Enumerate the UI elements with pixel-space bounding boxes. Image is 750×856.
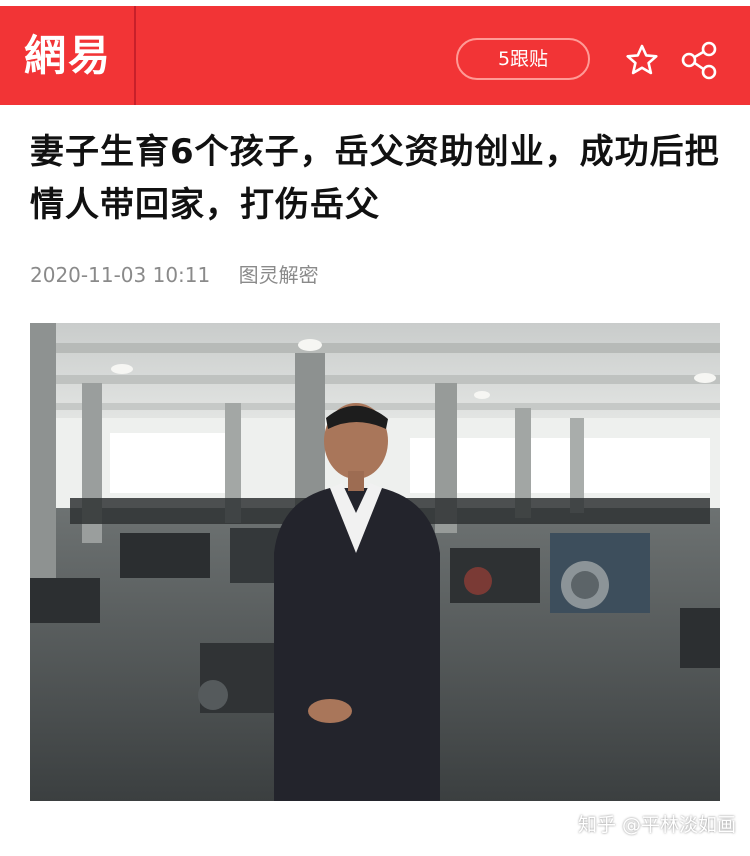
header-divider bbox=[134, 6, 136, 105]
article-title: 妻子生育6个孩子，岳父资助创业，成功后把情人带回家，打伤岳父 bbox=[30, 132, 720, 225]
app-header: 網易 5跟贴 bbox=[0, 6, 750, 105]
article-photo[interactable] bbox=[30, 323, 720, 801]
netease-logo[interactable]: 網易 bbox=[24, 28, 112, 84]
star-icon bbox=[626, 44, 658, 75]
article-meta: 2020-11-03 10:11 图灵解密 bbox=[30, 260, 319, 290]
share-icon bbox=[681, 41, 717, 80]
share-button[interactable] bbox=[678, 38, 722, 82]
photo-illustration bbox=[30, 323, 720, 801]
favorite-button[interactable] bbox=[620, 38, 664, 82]
publish-date: 2020-11-03 10:11 bbox=[30, 263, 211, 287]
article-page: 網易 5跟贴 妻子生育6个孩子，岳父资助创业，成功后把情人带回家，打伤岳父 20… bbox=[0, 0, 750, 856]
article-source[interactable]: 图灵解密 bbox=[239, 263, 319, 287]
comments-button[interactable]: 5跟贴 bbox=[456, 38, 590, 80]
zhihu-watermark: 知乎 @平林淡如画 bbox=[577, 814, 736, 836]
